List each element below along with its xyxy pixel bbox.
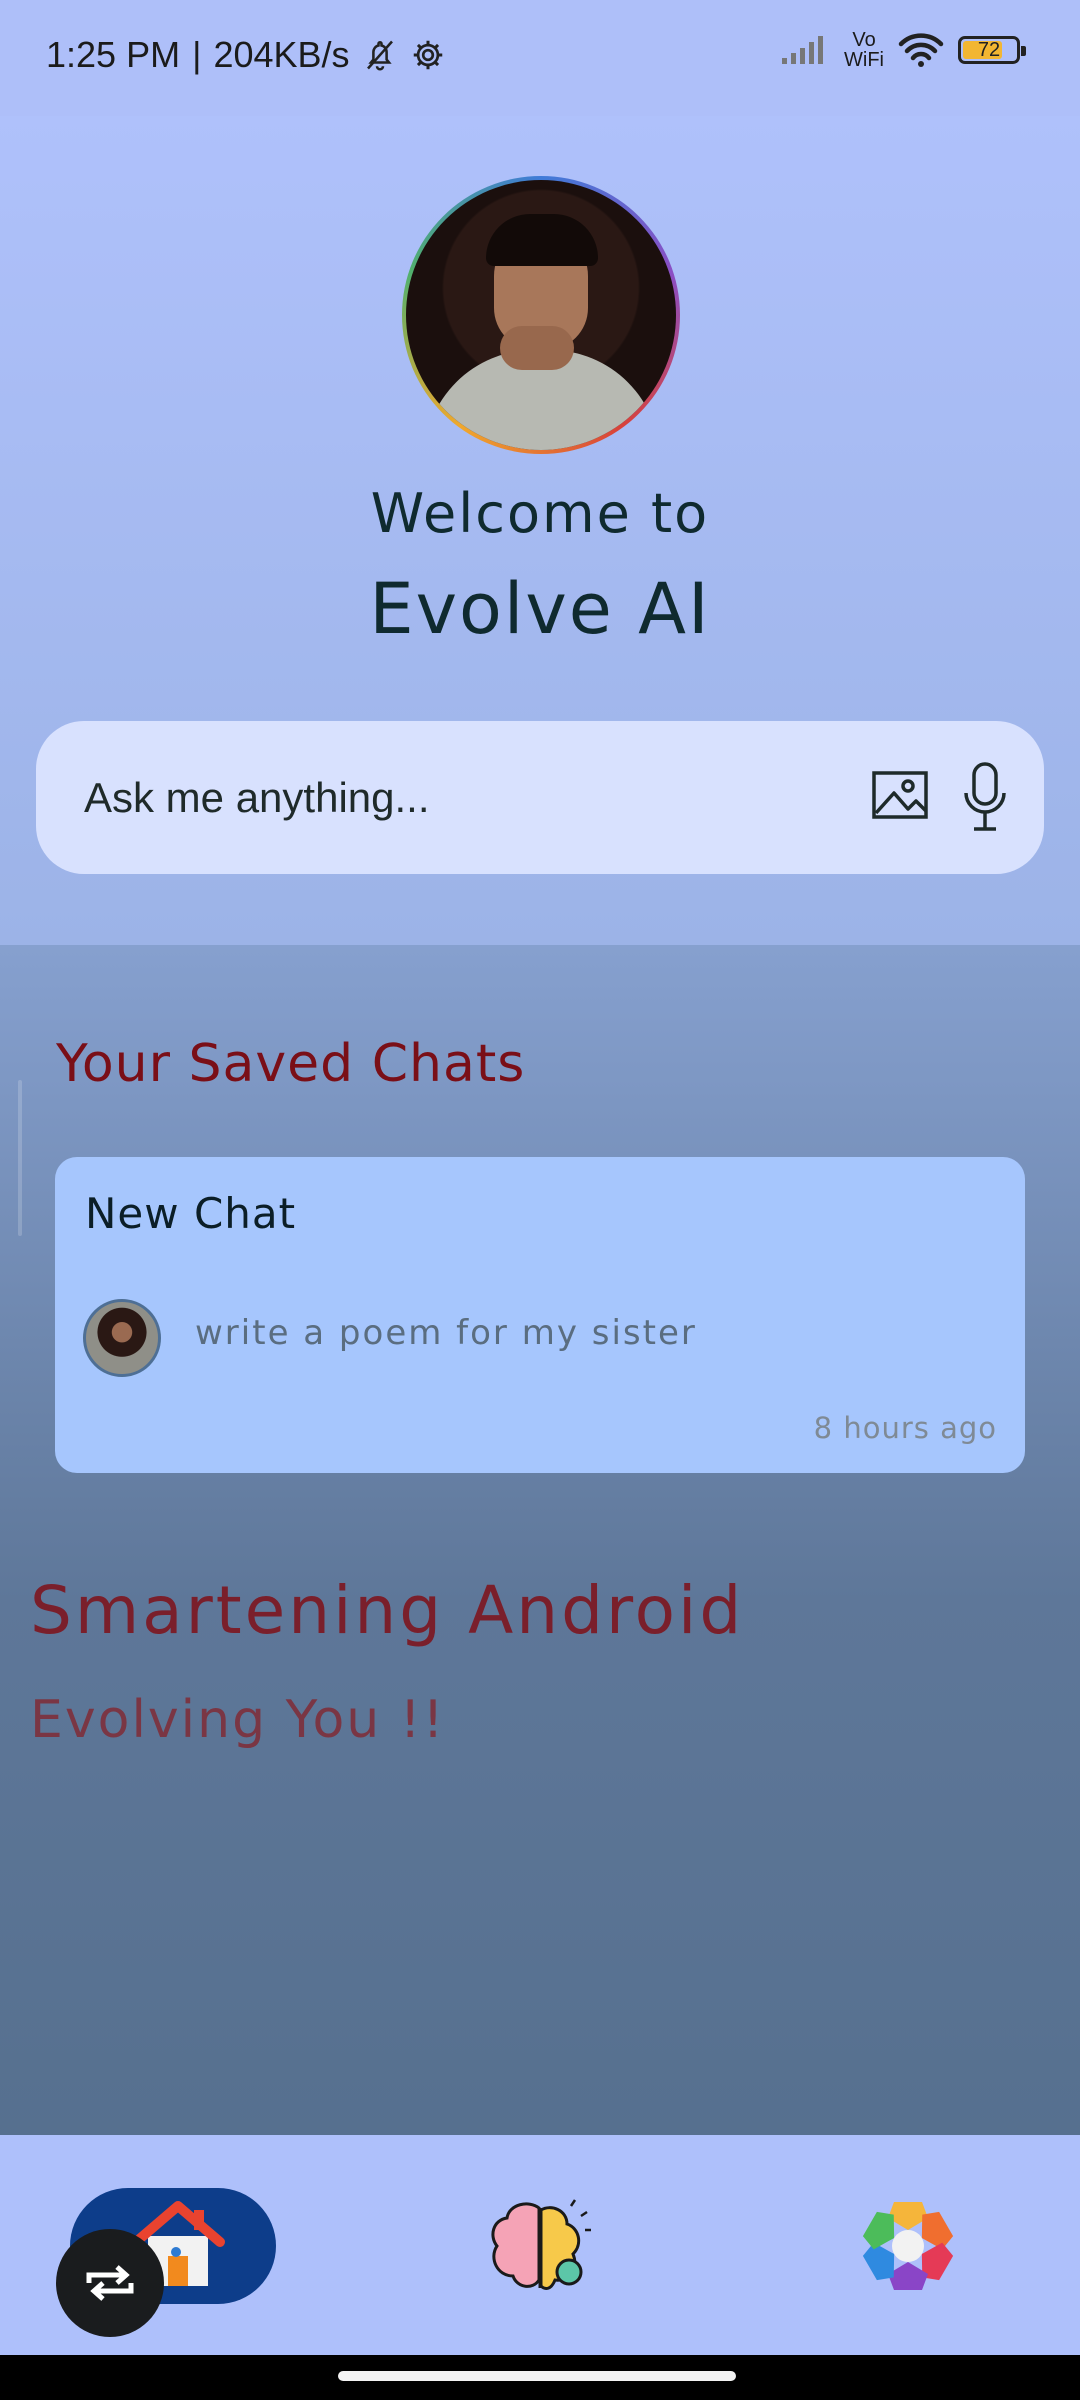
tagline-line-2: Evolving You !! <box>30 1690 446 1750</box>
bell-off-icon <box>366 40 393 71</box>
swap-button[interactable] <box>56 2229 164 2337</box>
avatar-photo <box>406 180 676 450</box>
profile-avatar[interactable] <box>402 176 680 454</box>
vowifi-bottom: WiFi <box>844 49 884 71</box>
welcome-line-1: Welcome to <box>370 482 710 545</box>
vowifi-indicator: Vo WiFi <box>844 30 884 70</box>
status-separator: | <box>192 34 202 75</box>
status-right: Vo WiFi 72 <box>780 30 1026 70</box>
settings-icon[interactable] <box>858 2196 958 2296</box>
chat-timestamp: 8 hours ago <box>813 1411 997 1445</box>
image-icon[interactable] <box>870 765 930 825</box>
status-left: 1:25 PM | 204KB/s <box>46 34 446 76</box>
swap-icon <box>86 2265 134 2301</box>
edge-gesture-hint <box>18 1080 22 1236</box>
search-input[interactable] <box>82 757 866 839</box>
battery-indicator: 72 <box>958 36 1026 64</box>
chat-title: New Chat <box>85 1189 297 1238</box>
battery-level: 72 <box>977 38 1001 61</box>
mic-icon[interactable] <box>962 761 1008 833</box>
search-bar <box>36 721 1044 874</box>
home-gesture-handle[interactable] <box>338 2371 736 2381</box>
status-network-speed: 204KB/s <box>213 34 350 75</box>
chat-preview: write a poem for my sister <box>195 1313 697 1353</box>
saved-chats-title: Your Saved Chats <box>56 1034 526 1094</box>
avatar-hand <box>500 326 574 370</box>
signal-icon <box>782 36 824 64</box>
gear-icon <box>413 40 442 70</box>
brain-icon[interactable] <box>487 2196 593 2302</box>
wifi-icon <box>898 33 944 67</box>
welcome-line-2: Evolve AI <box>369 568 711 650</box>
status-time: 1:25 PM <box>46 34 181 75</box>
saved-chat-card[interactable]: New Chat write a poem for my sister 8 ho… <box>55 1157 1025 1473</box>
vowifi-top: Vo <box>852 29 876 51</box>
avatar-hair <box>486 214 598 266</box>
tagline-line-1: Smartening Android <box>30 1572 745 1649</box>
status-bar: 1:25 PM | 204KB/s Vo WiFi 72 <box>0 0 1080 116</box>
content-area <box>0 945 1080 2135</box>
chat-avatar <box>83 1299 161 1377</box>
